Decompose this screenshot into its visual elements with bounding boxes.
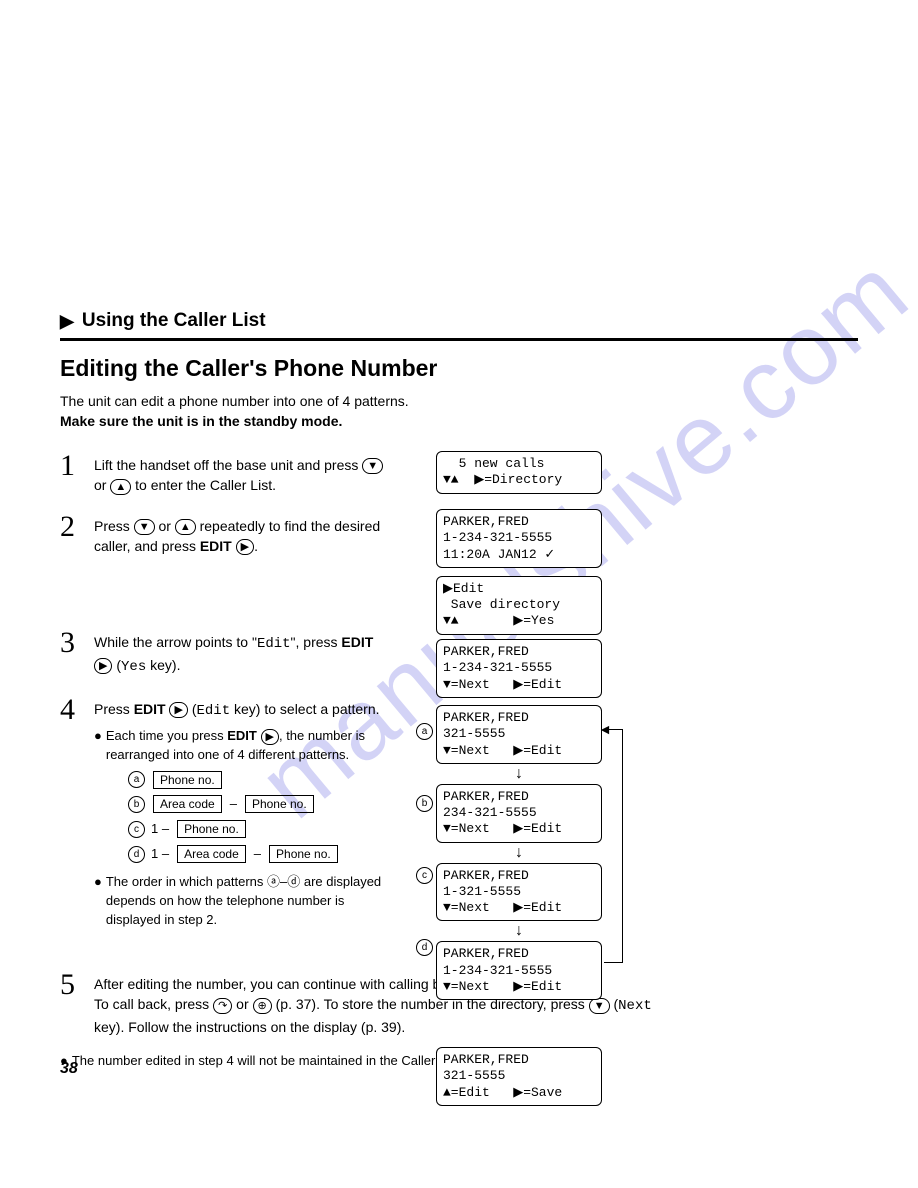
step-number: 1 [60,451,94,481]
bullet-text: Each time you press EDIT ▶, the number i… [106,727,394,765]
phone-no-box: Phone no. [245,795,314,813]
intro-line2: Make sure the unit is in the standby mod… [60,413,342,429]
text: key). [146,657,180,673]
text: Lift the handset off the base unit and p… [94,457,362,473]
lcd-display-c: PARKER,FRED 1-321-5555 ▼=Next ▶=Edit [436,863,602,922]
pattern-d: d 1 – Area code – Phone no. [128,845,394,864]
text: or [236,996,252,1012]
text: or [94,477,110,493]
text: key) to select a pattern. [230,701,379,717]
circled-a-icon: a [128,771,145,788]
bullet-dot-icon: ● [60,1053,68,1068]
text: While the arrow points to " [94,634,257,650]
circled-c-icon: c [128,821,145,838]
step-number: 3 [60,628,94,658]
circled-b-icon: b [416,795,433,812]
intro-line1: The unit can edit a phone number into on… [60,393,409,409]
down-arrow-icon: ↓ [436,925,602,937]
lcd-display-b: PARKER,FRED 234-321-5555 ▼=Next ▶=Edit [436,784,602,843]
circled-c-icon: c [416,867,433,884]
pattern-c: c 1 – Phone no. [128,820,394,839]
down-button-icon: ▼ [134,519,155,535]
phone-no-box: Phone no. [269,845,338,863]
area-code-box: Area code [153,795,222,813]
text: Press [94,701,134,717]
loop-arrow-icon [604,729,623,963]
down-arrow-icon: ↓ [436,847,602,859]
step-number: 4 [60,695,94,725]
circled-d-icon: d [128,846,145,863]
dash: – [230,795,237,814]
mono-text: Edit [197,703,231,719]
edit-label: EDIT [341,634,373,650]
circled-d-icon: d [416,939,433,956]
text: Each time you press [106,728,227,743]
text: Press [94,518,134,534]
circled-b-icon: b [128,796,145,813]
bullet: ● Each time you press EDIT ▶, the number… [94,727,394,765]
step-body: Press ▼ or ▲ repeatedly to find the desi… [94,512,384,557]
edit-label: EDIT [134,701,166,717]
bullet: ● The order in which patterns ⓐ–ⓓ are di… [94,873,394,930]
handset-button-icon: ↷ [213,998,232,1014]
dash: – [254,845,261,864]
arrow-left-icon: ◄ [598,721,612,737]
edit-label: EDIT [227,728,257,743]
lcd-display: PARKER,FRED 321-5555 ▲=Edit ▶=Save [436,1047,602,1106]
divider [60,338,858,341]
mono-text: Edit [257,636,291,652]
intro-text: The unit can edit a phone number into on… [60,392,858,431]
bullet-text: The order in which patterns ⓐ–ⓓ are disp… [106,873,394,930]
step-number: 2 [60,512,94,542]
text: or [158,518,174,534]
prefix: 1 – [151,845,169,864]
text: ", press [291,634,342,650]
text: To call back, press [94,996,213,1012]
footnote-text: The number edited in step 4 will not be … [72,1053,463,1068]
text: key). Follow the instructions on the dis… [94,1019,405,1035]
up-button-icon: ▲ [175,519,196,535]
step-body: While the arrow points to "Edit", press … [94,628,384,677]
mono-text: Yes [121,659,146,675]
prefix: 1 – [151,820,169,839]
step-body: Press EDIT ▶ (Edit key) to select a patt… [94,695,394,930]
pattern-b: b Area code – Phone no. [128,795,394,814]
down-arrow-icon: ↓ [436,768,602,780]
lcd-display-d: PARKER,FRED 1-234-321-5555 ▼=Next ▶=Edit [436,941,602,1000]
arrow-right-icon: ▶ [60,311,74,332]
bullet-dot-icon: ● [94,873,102,930]
mono-text: Next [618,998,652,1014]
circled-a-icon: a [416,723,433,740]
right-button-icon: ▶ [94,658,112,674]
down-button-icon: ▼ [362,458,383,474]
text: . [254,538,258,554]
pattern-a: a Phone no. [128,771,394,789]
phone-no-box: Phone no. [153,771,222,789]
section-header: ▶ Using the Caller List [60,310,858,332]
right-button-icon: ▶ [236,539,254,555]
edit-label: EDIT [200,538,232,554]
phone-no-box: Phone no. [177,820,246,838]
lcd-display: ▶Edit Save directory ▼▲ ▶=Yes [436,576,602,635]
section-header-text: Using the Caller List [82,310,266,332]
text: to enter the Caller List. [135,477,276,493]
up-button-icon: ▲ [110,479,131,495]
speaker-button-icon: ⊕ [253,998,272,1014]
step-number: 5 [60,970,94,1000]
lcd-display-a: PARKER,FRED 321-5555 ▼=Next ▶=Edit [436,705,602,764]
bullet-dot-icon: ● [94,727,102,765]
page-title: Editing the Caller's Phone Number [60,355,858,382]
lcd-display: PARKER,FRED 1-234-321-5555 ▼=Next ▶=Edit [436,639,602,698]
step-body: Lift the handset off the base unit and p… [94,451,384,496]
right-button-icon: ▶ [261,729,279,745]
lcd-display: 5 new calls ▼▲ ▶=Directory [436,451,602,494]
lcd-display: PARKER,FRED 1-234-321-5555 11:20A JAN12 … [436,509,602,568]
right-button-icon: ▶ [169,702,187,718]
area-code-box: Area code [177,845,246,863]
